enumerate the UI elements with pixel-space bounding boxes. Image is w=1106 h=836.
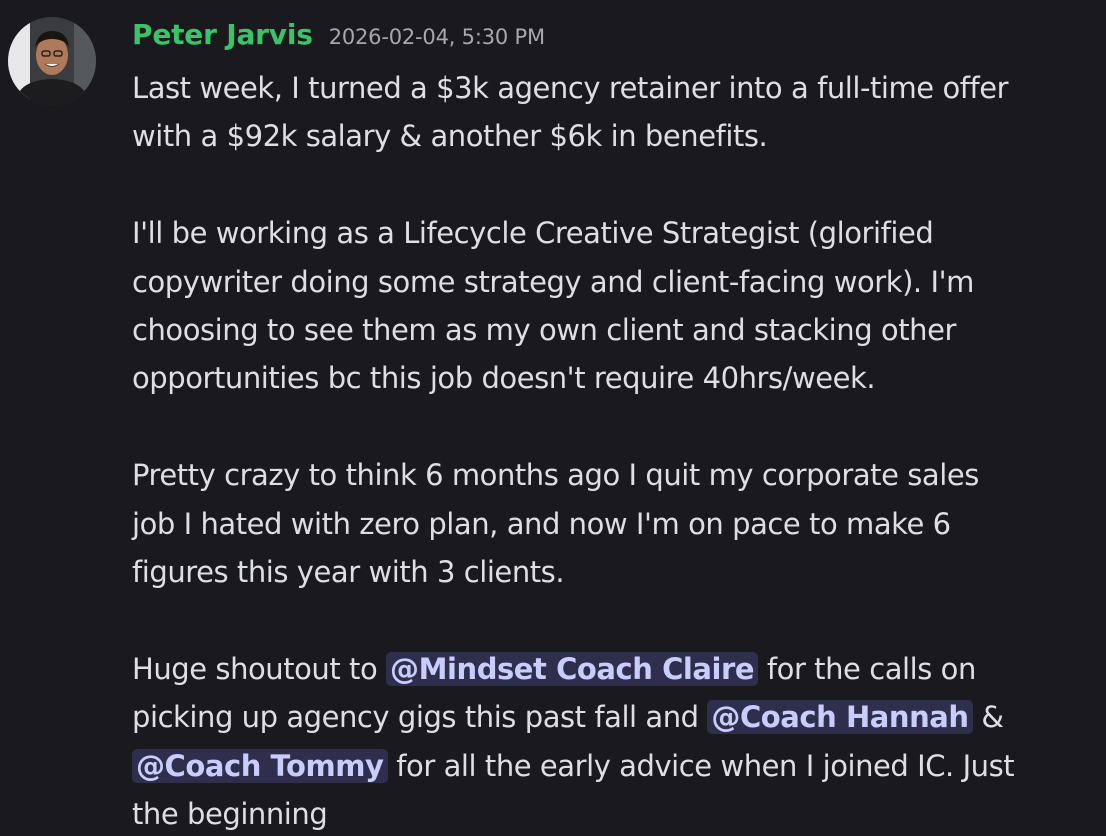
message-line: job I hated with zero plan, and now I'm …	[132, 506, 951, 541]
chat-message: Peter Jarvis 2026-02-04, 5:30 PM Last we…	[0, 0, 1106, 836]
shoutout-text: &	[981, 700, 1004, 735]
shoutout-line-4: the beginning	[132, 797, 328, 832]
message-line: Pretty crazy to think 6 months ago I qui…	[132, 458, 979, 493]
shoutout-text: picking up agency gigs this past fall an…	[132, 700, 699, 735]
shoutout-text: Huge shoutout to	[132, 651, 378, 686]
message-line: with a $92k salary & another $6k in bene…	[132, 119, 768, 154]
mention-coach-tommy[interactable]: @Coach Tommy	[132, 748, 388, 783]
message-line: Last week, I turned a $3k agency retaine…	[132, 71, 1009, 105]
message-line: copywriter doing some strategy and clien…	[132, 264, 974, 299]
message-line: figures this year with 3 clients.	[132, 555, 565, 590]
author-name[interactable]: Peter Jarvis	[132, 18, 313, 51]
user-avatar[interactable]	[8, 17, 96, 105]
shoutout-line-1: Huge shoutout to @Mindset Coach Claire f…	[132, 645, 1092, 693]
message-content: Last week, I turned a $3k agency retaine…	[132, 64, 1092, 836]
message-timestamp: 2026-02-04, 5:30 PM	[328, 25, 545, 49]
shoutout-line-3: @Coach Tommy for all the early advice wh…	[132, 742, 1092, 790]
mention-mindset-coach-claire[interactable]: @Mindset Coach Claire	[386, 651, 759, 686]
message-line: choosing to see them as my own client an…	[132, 313, 956, 348]
shoutout-line-2: picking up agency gigs this past fall an…	[132, 693, 1092, 741]
shoutout-text: for all the early advice when I joined I…	[396, 748, 1015, 783]
shoutout-text: for the calls on	[766, 651, 976, 686]
mention-coach-hannah[interactable]: @Coach Hannah	[707, 700, 973, 735]
message-header: Peter Jarvis 2026-02-04, 5:30 PM	[132, 18, 545, 51]
avatar-photo	[8, 17, 96, 105]
message-line: I'll be working as a Lifecycle Creative …	[132, 216, 934, 251]
message-line: opportunities bc this job doesn't requir…	[132, 361, 876, 396]
